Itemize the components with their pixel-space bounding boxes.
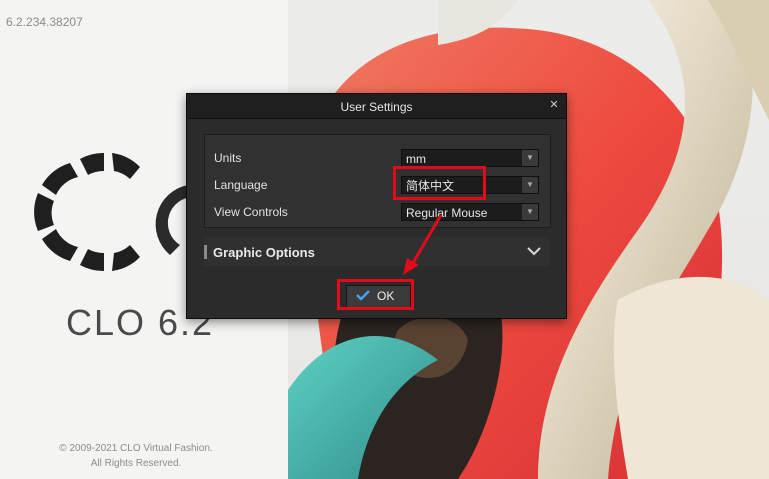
annotation-arrow (403, 214, 443, 275)
